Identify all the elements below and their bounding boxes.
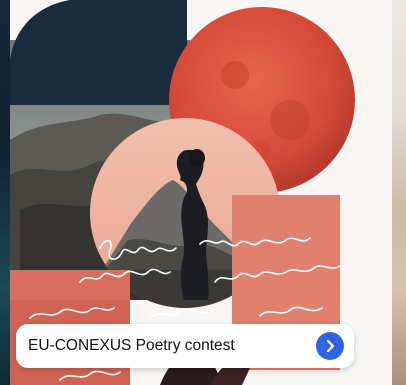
neighbor-card-right <box>392 0 406 385</box>
card-title: EU-CONEXUS Poetry contest <box>28 337 235 354</box>
caption-bar[interactable]: EU-CONEXUS Poetry contest <box>16 324 354 368</box>
chevron-right-button[interactable] <box>316 332 344 360</box>
neighbor-card-left <box>0 0 10 385</box>
poetry-contest-card[interactable]: EU-CONEXUS Poetry contest <box>10 0 392 385</box>
navy-block <box>10 0 187 105</box>
chevron-right-icon <box>326 339 335 353</box>
